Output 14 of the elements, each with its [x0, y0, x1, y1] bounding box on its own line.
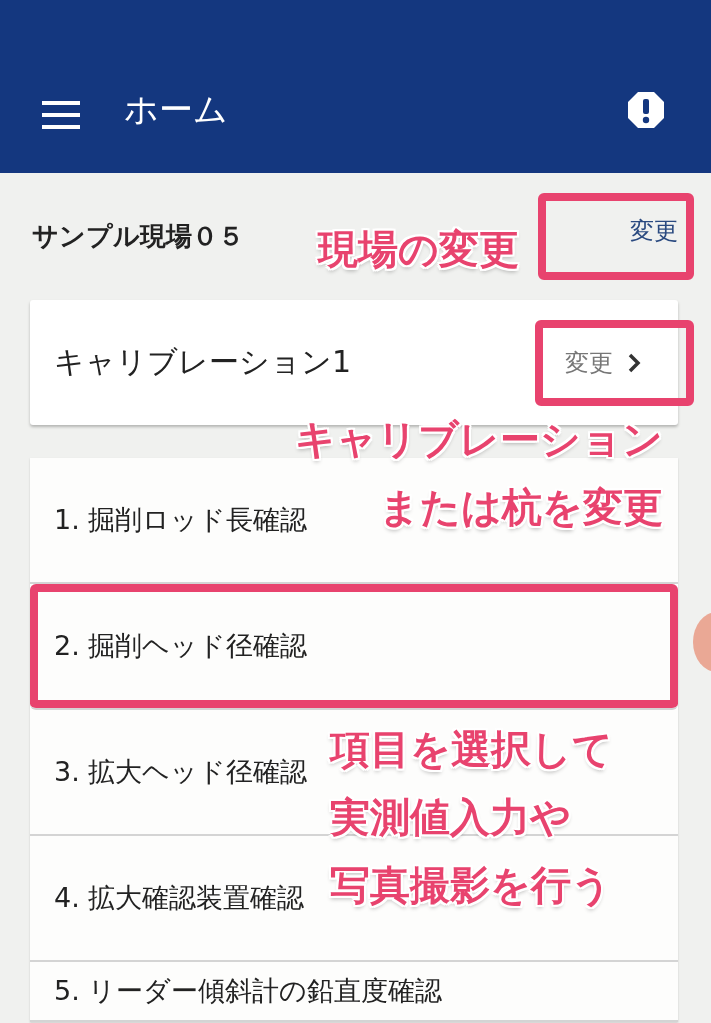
annotation-text: 写真撮影を行う: [330, 862, 612, 908]
checklist-item[interactable]: 5. リーダー傾斜計の鉛直度確認: [30, 962, 678, 1022]
annotation-text: 現場の変更: [318, 226, 519, 272]
annotation-text: 項目を選択して: [330, 726, 613, 772]
change-calibration-button[interactable]: 変更: [535, 319, 694, 406]
checklist-item[interactable]: 2. 掘削ヘッド径確認: [30, 584, 678, 710]
change-site-link[interactable]: 変更: [538, 193, 694, 280]
alert-icon[interactable]: [627, 91, 665, 129]
calibration-name: キャリブレーション1: [54, 343, 352, 381]
site-name: サンプル現場０５: [32, 220, 244, 253]
app-title: ホーム: [124, 89, 229, 129]
chevron-right-icon: [627, 351, 641, 374]
annotation-text: または杭を変更: [379, 484, 663, 530]
menu-icon[interactable]: [42, 101, 80, 129]
